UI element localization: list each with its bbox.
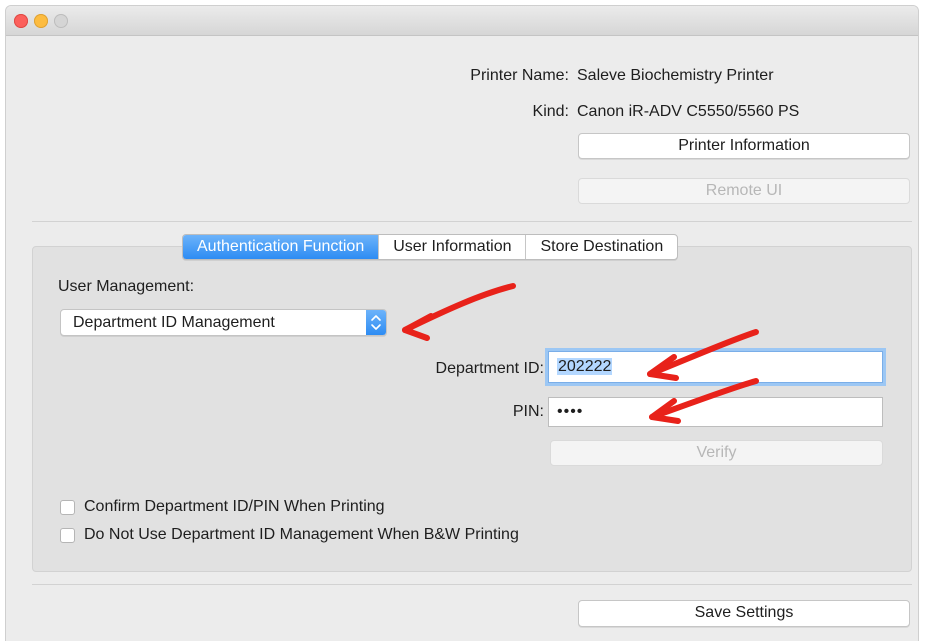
user-management-popup[interactable]: Department ID Management — [60, 309, 387, 336]
separator-top — [32, 221, 912, 222]
user-management-label: User Management: — [58, 278, 195, 295]
save-settings-button[interactable]: Save Settings — [578, 600, 910, 627]
pin-label: PIN: — [512, 403, 544, 420]
red-arrow-annotation-icon — [402, 283, 516, 341]
pin-value: •••• — [557, 403, 584, 420]
tab-user-information[interactable]: User Information — [378, 235, 525, 259]
printer-information-button[interactable]: Printer Information — [578, 133, 910, 159]
chevron-up-down-icon — [366, 310, 386, 335]
minimize-window-button[interactable] — [34, 14, 48, 28]
printer-name-value: Saleve Biochemistry Printer — [577, 67, 774, 84]
printer-kind-label: Kind: — [532, 103, 569, 120]
printer-settings-window: Printer Name: Saleve Biochemistry Printe… — [6, 6, 918, 641]
tab-authentication-function[interactable]: Authentication Function — [183, 235, 379, 259]
remote-ui-button[interactable]: Remote UI — [578, 178, 910, 204]
department-id-value: 202222 — [557, 358, 613, 375]
close-window-button[interactable] — [14, 14, 28, 28]
confirm-department-id-checkbox[interactable] — [60, 500, 75, 515]
user-management-value: Department ID Management — [73, 314, 275, 331]
department-id-label: Department ID: — [435, 360, 544, 377]
no-department-id-bw-checkbox[interactable] — [60, 528, 75, 543]
verify-button[interactable]: Verify — [550, 440, 883, 466]
tab-store-destination[interactable]: Store Destination — [525, 235, 677, 259]
printer-kind-value: Canon iR-ADV C5550/5560 PS — [577, 103, 800, 120]
separator-bottom — [32, 584, 912, 585]
printer-name-label: Printer Name: — [470, 67, 569, 84]
zoom-window-button[interactable] — [54, 14, 68, 28]
no-department-id-bw-label: Do Not Use Department ID Management When… — [84, 526, 519, 543]
title-bar — [6, 6, 918, 36]
settings-tabs: Authentication Function User Information… — [182, 234, 679, 260]
red-arrow-annotation-icon — [649, 378, 759, 424]
confirm-department-id-label: Confirm Department ID/PIN When Printing — [84, 498, 385, 515]
